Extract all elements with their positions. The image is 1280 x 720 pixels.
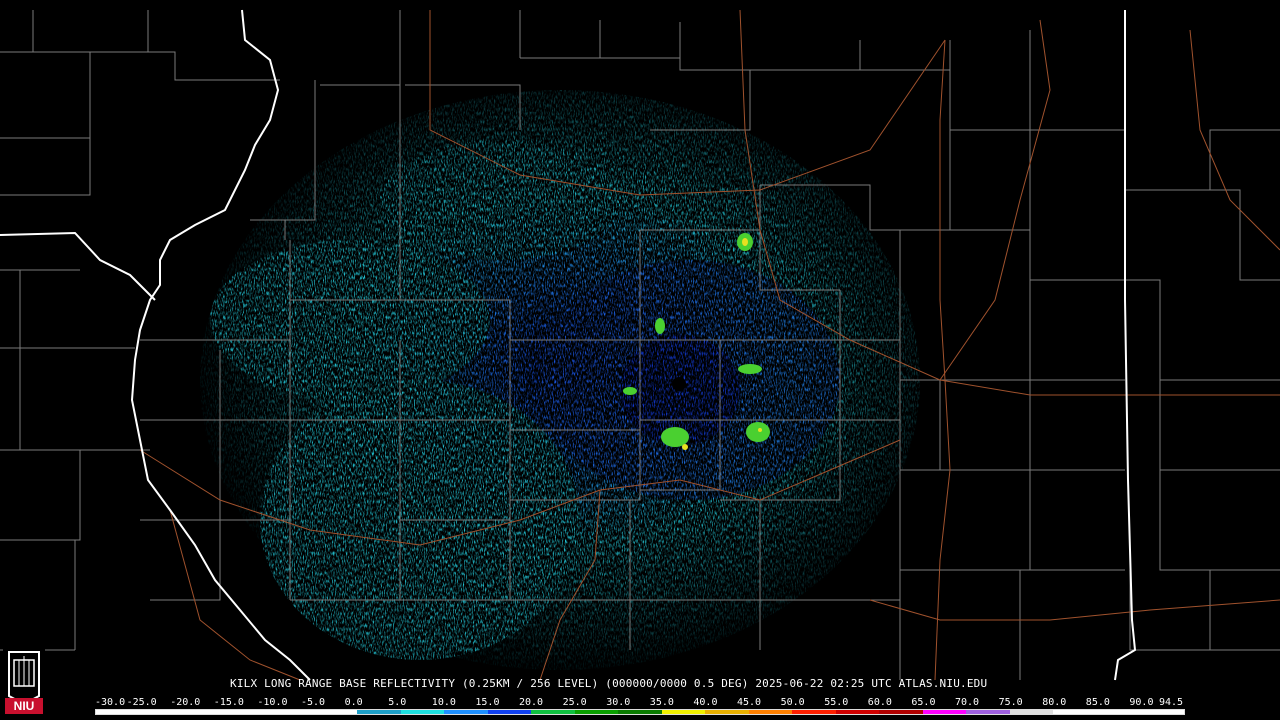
colorbar-segment (1009, 710, 1054, 714)
colorbar-label: 70.0 (955, 697, 980, 708)
niu-logo: NIU (3, 646, 45, 716)
colorbar-segment (835, 710, 880, 714)
colorbar-label: 20.0 (519, 697, 544, 708)
colorbar-label: 60.0 (867, 697, 892, 708)
colorbar-segment (226, 710, 271, 714)
radar-map (0, 0, 1280, 720)
colorbar-label: 85.0 (1085, 697, 1110, 708)
colorbar-label: -30.0 (95, 697, 126, 708)
colorbar-label: -25.0 (126, 697, 157, 708)
colorbar-label: 50.0 (780, 697, 805, 708)
colorbar-label: 65.0 (911, 697, 936, 708)
colorbar-label: 25.0 (562, 697, 587, 708)
colorbar-label: 40.0 (693, 697, 718, 708)
colorbar-label: 75.0 (998, 697, 1023, 708)
colorbar-labels: -30.0 -25.0 -20.0 -15.0 -10.0 -5.0 0.0 5.0 10.0 1… (95, 697, 1195, 709)
colorbar-segment (487, 710, 532, 714)
colorbar-label: 55.0 (824, 697, 849, 708)
colorbar-label: -15.0 (213, 697, 244, 708)
colorbar-label: 45.0 (737, 697, 762, 708)
colorbar-label: 94.5 (1159, 697, 1184, 708)
colorbar-segment (270, 710, 314, 714)
colorbar-segment (1053, 710, 1097, 714)
colorbar-segment (879, 710, 923, 714)
colorbar-label: -20.0 (170, 697, 201, 708)
colorbar-label: 10.0 (431, 697, 456, 708)
colorbar-label: -5.0 (301, 697, 326, 708)
colorbar-segment (618, 710, 662, 714)
colorbar-label: 15.0 (475, 697, 500, 708)
colorbar-segment (400, 710, 445, 714)
colorbar-segment (661, 710, 706, 714)
reflectivity-echoes (200, 90, 920, 670)
colorbar-segment (705, 710, 749, 714)
colorbar-segment (1096, 710, 1141, 714)
colorbar-label: -10.0 (257, 697, 288, 708)
reflectivity-colorbar (95, 709, 1185, 715)
colorbar-label: 35.0 (649, 697, 674, 708)
colorbar-label: 90.0 (1129, 697, 1154, 708)
colorbar-segment (748, 710, 793, 714)
colorbar-segment (966, 710, 1010, 714)
colorbar-segment (1140, 710, 1184, 714)
product-caption: KILX LONG RANGE BASE REFLECTIVITY (0.25K… (230, 677, 988, 690)
colorbar-segment (792, 710, 836, 714)
colorbar-segment (444, 710, 488, 714)
colorbar-label: 0.0 (344, 697, 363, 708)
colorbar-segment (139, 710, 184, 714)
radar-site-marker (672, 377, 686, 391)
colorbar-segment (922, 710, 967, 714)
colorbar-segment (357, 710, 401, 714)
colorbar-segment (574, 710, 619, 714)
colorbar-label: 30.0 (606, 697, 631, 708)
colorbar-label: 80.0 (1042, 697, 1067, 708)
colorbar-segment (313, 710, 358, 714)
colorbar-segment (183, 710, 227, 714)
logo-text: NIU (14, 699, 35, 713)
colorbar-segment (531, 710, 575, 714)
colorbar-label: 5.0 (388, 697, 407, 708)
colorbar-segment (96, 710, 140, 714)
